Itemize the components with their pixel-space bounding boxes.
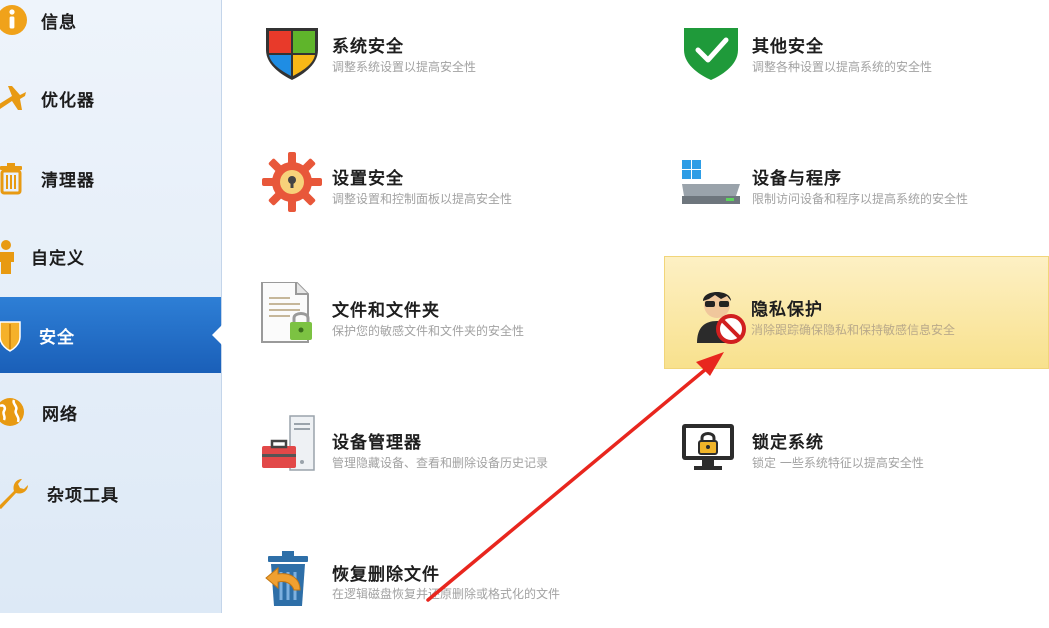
green-shield-check-icon bbox=[684, 28, 738, 80]
active-indicator bbox=[212, 325, 222, 345]
sidebar-item-label: 清理器 bbox=[41, 170, 95, 191]
document-lock-icon bbox=[261, 282, 312, 343]
sidebar-item-network[interactable]: 网络 bbox=[0, 374, 221, 450]
tile-privacy-protection[interactable]: 隐私保护 消除跟踪确保隐私和保持敏感信息安全 bbox=[664, 256, 1049, 369]
tile-description: 调整各种设置以提高系统的安全性 bbox=[752, 60, 933, 74]
tile-title: 设备管理器 bbox=[332, 433, 422, 453]
tile-recover-deleted-files[interactable]: 恢复删除文件 在逻辑磁盘恢复并还原删除或格式化的文件 bbox=[260, 524, 640, 628]
tile-description: 管理隐藏设备、查看和删除设备历史记录 bbox=[332, 456, 549, 470]
tile-description: 限制访问设备和程序以提高系统的安全性 bbox=[752, 192, 969, 206]
sidebar-item-customize[interactable]: 自定义 bbox=[0, 218, 221, 294]
privacy-person-icon bbox=[697, 291, 746, 344]
tile-lock-system[interactable]: 锁定系统 锁定 一些系统特征以提高安全性 bbox=[680, 394, 1049, 498]
tile-description: 调整设置和控制面板以提高安全性 bbox=[332, 192, 513, 206]
drive-windows-icon bbox=[682, 160, 740, 204]
sidebar-item-security[interactable]: 安全 bbox=[0, 297, 222, 373]
tile-title: 系统安全 bbox=[332, 37, 404, 57]
gear-lock-icon bbox=[262, 152, 322, 212]
sidebar-item-label: 安全 bbox=[39, 327, 75, 348]
tile-title: 隐私保护 bbox=[751, 300, 823, 320]
sidebar-item-label: 网络 bbox=[42, 404, 78, 425]
sidebar-item-label: 优化器 bbox=[41, 90, 95, 111]
tile-description: 消除跟踪确保隐私和保持敏感信息安全 bbox=[751, 323, 956, 337]
tile-title: 其他安全 bbox=[752, 37, 824, 57]
tile-files-folders[interactable]: 文件和文件夹 保护您的敏感文件和文件夹的安全性 bbox=[260, 262, 640, 366]
sidebar-item-label: 杂项工具 bbox=[47, 485, 119, 506]
tile-device-manager[interactable]: 设备管理器 管理隐藏设备、查看和删除设备历史记录 bbox=[260, 394, 640, 498]
sidebar-item-cleaner[interactable]: 清理器 bbox=[0, 140, 221, 216]
tile-other-security[interactable]: 其他安全 调整各种设置以提高系统的安全性 bbox=[680, 0, 1049, 104]
sidebar-item-info[interactable]: 信息 bbox=[0, 0, 221, 58]
tile-settings-security[interactable]: 设置安全 调整设置和控制面板以提高安全性 bbox=[260, 130, 640, 234]
airplane-icon bbox=[0, 86, 26, 110]
person-icon bbox=[0, 240, 14, 274]
sidebar-item-label: 自定义 bbox=[31, 248, 85, 269]
tile-description: 锁定 一些系统特征以提高安全性 bbox=[752, 456, 924, 470]
restore-trash-icon bbox=[265, 551, 308, 606]
tile-title: 恢复删除文件 bbox=[332, 565, 440, 585]
sidebar-item-misc-tools[interactable]: 杂项工具 bbox=[0, 455, 221, 531]
wrench-icon bbox=[0, 479, 28, 509]
tile-title: 锁定系统 bbox=[752, 433, 824, 453]
sidebar: 信息 优化器 清理器 自定义 安全 网络 杂项工具 bbox=[0, 0, 222, 613]
sidebar-item-label: 信息 bbox=[41, 12, 77, 33]
tile-devices-programs[interactable]: 设备与程序 限制访问设备和程序以提高系统的安全性 bbox=[680, 130, 1049, 234]
device-toolbox-icon bbox=[262, 415, 315, 471]
tile-description: 调整系统设置以提高安全性 bbox=[332, 60, 477, 74]
tile-title: 设备与程序 bbox=[752, 169, 842, 189]
tile-title: 设置安全 bbox=[332, 169, 404, 189]
windows-shield-icon bbox=[266, 28, 318, 80]
tile-system-security[interactable]: 系统安全 调整系统设置以提高安全性 bbox=[260, 0, 640, 104]
tile-description: 保护您的敏感文件和文件夹的安全性 bbox=[332, 324, 525, 338]
shield-icon bbox=[0, 321, 21, 352]
tile-description: 在逻辑磁盘恢复并还原删除或格式化的文件 bbox=[332, 587, 561, 601]
monitor-lock-icon bbox=[682, 424, 734, 470]
tile-title: 文件和文件夹 bbox=[332, 301, 440, 321]
info-icon bbox=[0, 5, 27, 35]
sidebar-item-optimizer[interactable]: 优化器 bbox=[0, 60, 221, 136]
trash-can-icon bbox=[0, 163, 22, 195]
globe-icon bbox=[0, 398, 24, 426]
